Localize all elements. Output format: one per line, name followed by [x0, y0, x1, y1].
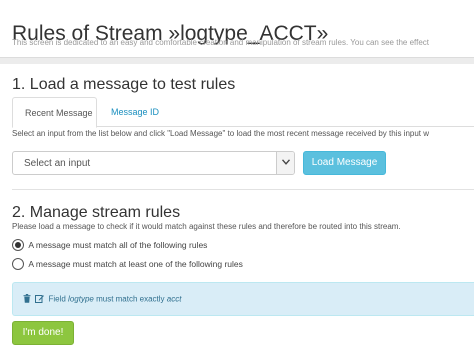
match-any-option[interactable]: A message must match at least one of the… — [12, 258, 243, 270]
load-message-heading: 1. Load a message to test rules — [12, 76, 236, 93]
rule-value: acct — [166, 294, 182, 304]
edit-icon[interactable] — [35, 294, 45, 305]
chevron-down-icon[interactable] — [276, 152, 294, 174]
page-header: Rules of Stream »logtype_ACCT» This scre… — [0, 0, 474, 58]
manage-rules-help: Please load a message to check if it wou… — [12, 222, 401, 231]
tab-message-id[interactable]: Message ID — [99, 97, 171, 128]
section-divider — [12, 189, 474, 190]
load-message-help: Select an input from the list below and … — [12, 129, 430, 138]
rule-field: logtype — [68, 294, 94, 304]
stream-rule-item: Field logtype must match exactly acct — [23, 294, 181, 305]
input-select[interactable]: Select an input — [12, 151, 295, 175]
page-description: This screen is dedicated to an easy and … — [12, 38, 429, 47]
match-all-radio[interactable] — [12, 239, 24, 251]
message-source-tabs: Recent Message Message ID — [12, 97, 474, 128]
match-all-label: A message must match all of the followin… — [28, 240, 208, 250]
rule-condition: must match exactly — [96, 294, 165, 304]
match-all-option[interactable]: A message must match all of the followin… — [12, 239, 207, 251]
manage-rules-heading: 2. Manage stream rules — [12, 204, 181, 221]
done-button[interactable]: I'm done! — [12, 321, 74, 345]
main-content: 1. Load a message to test rules Recent M… — [0, 64, 474, 362]
load-message-button[interactable]: Load Message — [303, 151, 386, 175]
match-any-label: A message must match at least one of the… — [28, 259, 243, 269]
match-any-radio[interactable] — [12, 258, 24, 270]
rule-prefix: Field — [48, 294, 66, 304]
stream-rules-list: Field logtype must match exactly acct — [12, 282, 474, 316]
trash-icon[interactable] — [23, 294, 31, 305]
input-select-value: Select an input — [24, 158, 91, 169]
tab-recent-message[interactable]: Recent Message — [12, 97, 97, 128]
